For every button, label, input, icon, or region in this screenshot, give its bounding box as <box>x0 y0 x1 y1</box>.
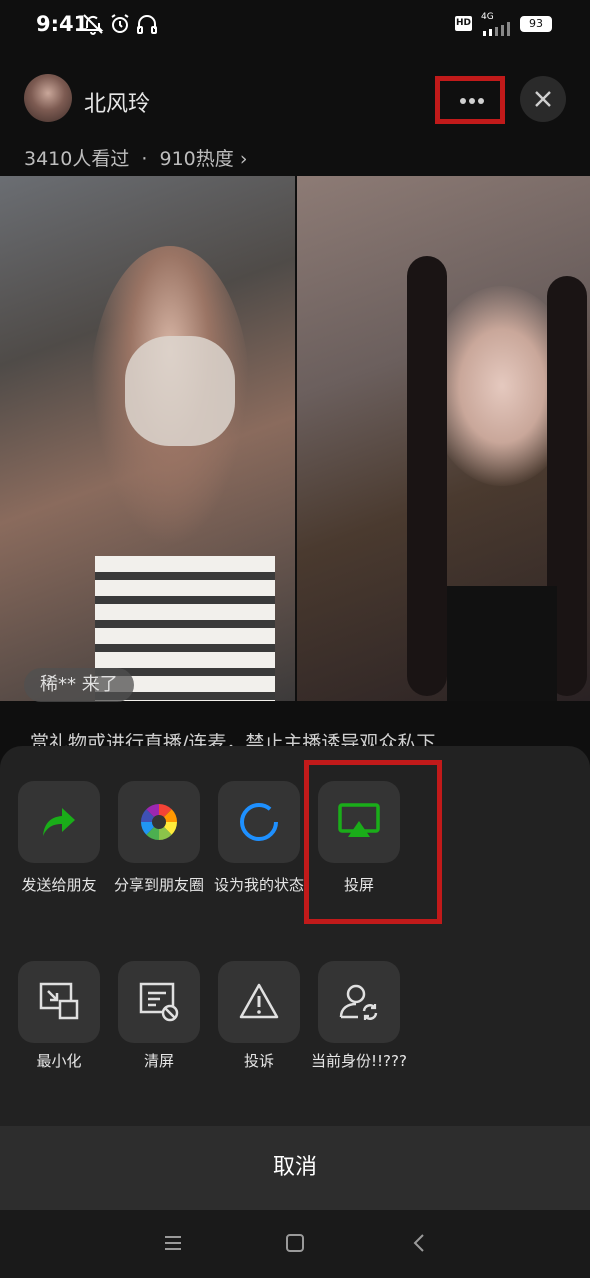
share-moments-label: 分享到朋友圈 <box>113 876 204 894</box>
streamer-avatar[interactable] <box>24 74 72 122</box>
battery-indicator: 93 <box>520 16 552 32</box>
minimize-window-icon <box>39 982 79 1020</box>
alarm-clock-icon <box>111 14 129 33</box>
report-button[interactable] <box>218 961 300 1043</box>
share-arrow-icon <box>43 808 75 836</box>
share-moments-button[interactable] <box>118 781 200 863</box>
signal-icon <box>483 22 510 36</box>
clear-screen-button[interactable] <box>118 961 200 1043</box>
moments-icon <box>141 804 177 840</box>
highlight-box-cast <box>304 760 442 924</box>
heat-count: 910热度 <box>159 148 234 170</box>
home-icon[interactable] <box>285 1233 305 1253</box>
close-icon <box>535 91 551 107</box>
viewer-count: 3410人看过 <box>24 148 130 170</box>
stats-separator: · <box>141 148 148 170</box>
switch-identity-label: 当前身份!!??? <box>311 1052 407 1070</box>
hd-badge: HD <box>455 16 472 31</box>
menu-icon[interactable] <box>163 1234 183 1252</box>
status-bar: 9:41 HD 4G 93 <box>0 0 590 52</box>
close-button[interactable] <box>520 76 566 122</box>
set-status-button[interactable] <box>218 781 300 863</box>
stream-video-right[interactable] <box>297 176 590 701</box>
clear-screen-icon <box>139 982 179 1022</box>
stream-video-left[interactable] <box>0 176 295 701</box>
clear-screen-label: 清屏 <box>143 1052 174 1070</box>
notification-muted-icon <box>83 14 104 35</box>
network-type: 4G <box>481 12 494 22</box>
send-to-friend-label: 发送给朋友 <box>21 876 97 894</box>
report-label: 投诉 <box>243 1052 274 1070</box>
chevron-right-icon: › <box>239 148 248 170</box>
minimize-label: 最小化 <box>36 1052 82 1070</box>
switch-identity-button[interactable] <box>318 961 400 1043</box>
set-status-label: 设为我的状态 <box>213 876 304 894</box>
system-nav-bar <box>0 1210 590 1278</box>
status-ring-icon <box>240 803 278 841</box>
back-icon[interactable] <box>409 1233 429 1253</box>
send-to-friend-button[interactable] <box>18 781 100 863</box>
headphones-icon <box>137 15 157 34</box>
minimize-button[interactable] <box>18 961 100 1043</box>
viewer-stats[interactable]: 3410人看过 · 910热度 › <box>24 144 247 171</box>
streamer-name[interactable]: 北风玲 <box>84 86 150 118</box>
switch-identity-icon <box>339 984 378 1020</box>
warning-icon <box>239 983 279 1019</box>
highlight-box-more <box>435 76 505 124</box>
join-message: 稀** 来了 <box>24 668 134 702</box>
cancel-button[interactable]: 取消 <box>0 1126 590 1210</box>
